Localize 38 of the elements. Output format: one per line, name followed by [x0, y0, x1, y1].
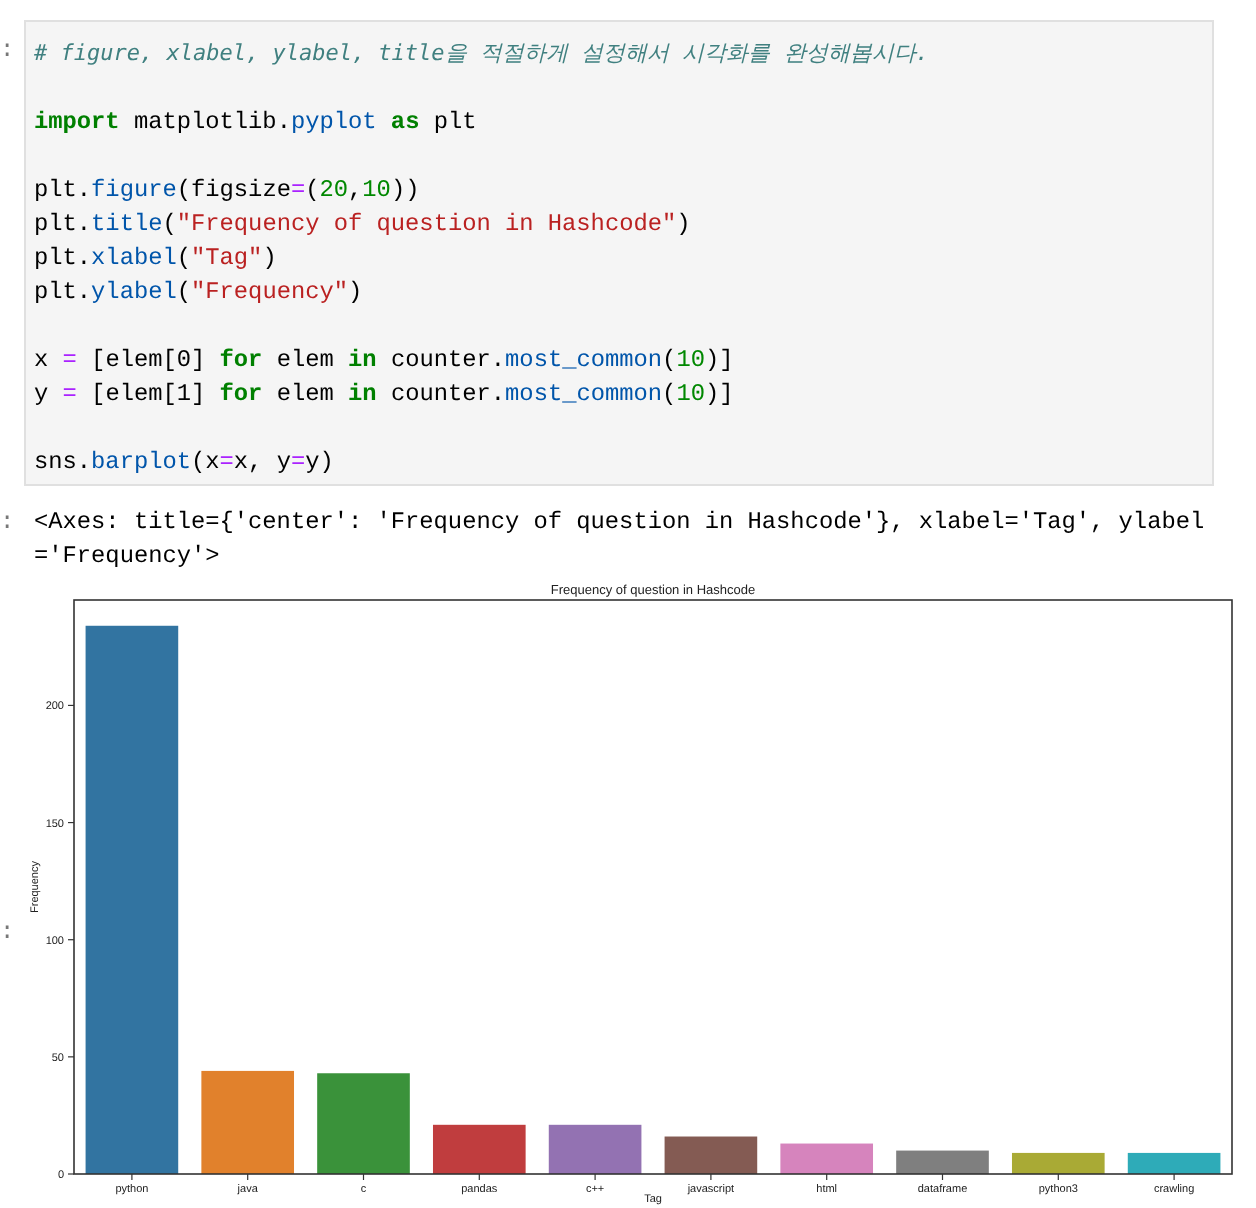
bar — [317, 1073, 410, 1174]
tick-mark — [67, 939, 75, 941]
tick-mark — [67, 704, 75, 707]
bar — [664, 1136, 758, 1174]
bar — [433, 1124, 526, 1174]
tick-mark — [247, 1173, 249, 1181]
tick-mark — [826, 1173, 828, 1181]
code-line: # figure, xlabel, ylabel, title을 적절하게 설정해서 시각화를 완성해봅시다. — [34, 38, 931, 70]
tick-mark — [67, 821, 75, 824]
code-line: plt.xlabel("Tag") — [34, 242, 279, 276]
code-cell[interactable] — [24, 20, 1214, 486]
bar — [896, 1150, 989, 1174]
code-line: y = [elem[1] for elem in counter.most_common(10)] — [34, 378, 736, 412]
bar — [1012, 1152, 1105, 1174]
cell-prompt: : — [0, 34, 17, 68]
bar — [1127, 1152, 1221, 1174]
bar — [201, 1070, 294, 1174]
code-line: import matplotlib.pyplot as plt — [34, 106, 479, 140]
code-line: plt.figure(figsize=(20,10)) — [34, 174, 422, 208]
code-line: plt.ylabel("Frequency") — [34, 276, 365, 310]
tick-mark — [67, 1056, 75, 1058]
tick-mark — [131, 1173, 133, 1181]
tick-mark — [67, 1173, 75, 1175]
bar — [548, 1124, 642, 1174]
tick-mark — [710, 1173, 712, 1181]
tick-mark — [478, 1173, 480, 1181]
code-line: plt.title("Frequency of question in Hashcode") — [34, 208, 693, 242]
tick-mark — [1173, 1173, 1175, 1181]
output-prompt: : — [0, 506, 17, 540]
tick-mark — [941, 1173, 944, 1181]
code-line: sns.barplot(x=x, y=y) — [34, 446, 336, 480]
output-text: <Axes: title={'center': 'Frequency of question in Hashcode'}, xlabel='Tag', ylabel='Frequency'> — [32, 506, 1207, 574]
bar — [780, 1143, 873, 1174]
output-prompt: : — [0, 916, 17, 950]
tick-mark — [362, 1173, 365, 1181]
code-line: x = [elem[0] for elem in counter.most_common(10)] — [34, 344, 736, 378]
tick-mark — [594, 1173, 596, 1181]
tick-mark — [1057, 1173, 1059, 1181]
